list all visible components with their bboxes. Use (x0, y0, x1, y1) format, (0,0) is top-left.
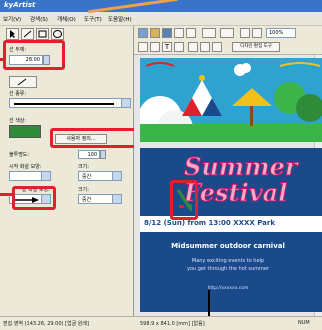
undo-icon[interactable] (174, 28, 184, 38)
poster-desc-2: you get through the hot summer (186, 266, 270, 272)
line-color-swatch[interactable] (9, 125, 41, 138)
open-icon[interactable] (150, 28, 160, 38)
zoom-out-icon[interactable] (252, 28, 262, 38)
new-icon[interactable] (138, 28, 148, 38)
ellipse-tool-button[interactable] (51, 28, 64, 40)
rectangle-icon (38, 30, 47, 38)
end-size-label: 크기: (78, 187, 89, 193)
line-type-preview (14, 103, 114, 105)
start-size-label: 크기: (78, 164, 89, 170)
line-type-label: 선 종류: (9, 91, 27, 97)
text-tool-icon[interactable]: T (162, 42, 172, 52)
rect-tool-button[interactable] (36, 28, 49, 40)
poster-title-line2: Festival (184, 178, 288, 208)
group-icon[interactable] (202, 28, 216, 38)
toolbar-row-1: 100% (134, 26, 322, 40)
text-frame-icon[interactable] (174, 42, 184, 52)
opacity-value: 100 (87, 152, 97, 158)
end-size-value: 중간 (82, 197, 92, 203)
callout-end-arrow (0, 193, 13, 196)
rect-tool-icon[interactable] (200, 42, 210, 52)
start-arrow-select[interactable] (9, 171, 51, 181)
line-icon (23, 30, 32, 38)
line-style-button[interactable] (9, 76, 37, 88)
menu-help[interactable]: 도움말(H) (108, 15, 132, 23)
curve-tool-icon[interactable] (212, 42, 222, 52)
poster-bottom: Summer Festival 8/12 (Sun) from 13:00 XX… (140, 148, 322, 312)
poster-illustration (138, 62, 322, 146)
select-tool-icon[interactable] (138, 42, 148, 52)
opacity-input[interactable]: 100 (78, 150, 100, 159)
line-type-select[interactable] (9, 98, 131, 108)
save-icon[interactable] (162, 28, 172, 38)
chevron-down-icon (121, 99, 130, 107)
redo-icon[interactable] (186, 28, 196, 38)
chevron-down-icon (112, 172, 121, 180)
start-size-value: 중간 (82, 174, 92, 180)
ellipse-icon (53, 30, 62, 38)
date-banner: 8/12 (Sun) from 13:00 XXXX Park (140, 216, 322, 232)
menu-object[interactable]: 개체(O) (57, 15, 76, 23)
menu-view[interactable]: 보기(V) (3, 15, 21, 23)
status-size: 598.9 x 841.0 [mm] [없음] (140, 321, 205, 327)
line-tool-button[interactable] (21, 28, 34, 40)
status-coords: 편집 영역 (143.26, 29.00) [업글 원래] (3, 321, 89, 327)
poster-top (138, 58, 322, 146)
pointer-tool-button[interactable] (6, 28, 19, 40)
menu-search[interactable]: 검색(S) (30, 15, 48, 23)
start-arrow-label: 시작 화살 모양: (9, 164, 42, 170)
window-title: kyArtist (4, 1, 36, 9)
end-size-select[interactable]: 중간 (78, 194, 122, 204)
poster-title-line1: Summer (184, 152, 298, 182)
zoom-value: 100% (269, 30, 284, 36)
line-tool-icon[interactable] (188, 42, 198, 52)
chevron-down-icon (112, 195, 121, 203)
arrow-icon (10, 30, 15, 38)
menu-bar: 보기(V) 검색(S) 개체(O) 도구(T) 도움말(H) (0, 12, 322, 26)
status-mode: NUM (298, 320, 310, 326)
opacity-label: 불투명도: (9, 152, 30, 158)
node-tool-icon[interactable] (150, 42, 160, 52)
arrow-object-icon[interactable] (174, 186, 194, 214)
date-text: 8/12 (Sun) from 13:00 XXXX Park (144, 219, 276, 227)
status-bar: 편집 영역 (143.26, 29.00) [업글 원래] 598.9 x 84… (0, 316, 322, 330)
highlight-line-width (3, 40, 65, 70)
zoom-in-icon[interactable] (240, 28, 250, 38)
poster-subtitle: Midsummer outdoor carnival (171, 242, 285, 250)
zoom-select[interactable]: 100% (266, 28, 296, 38)
design-edit-button[interactable]: 디자인 편집 도구 (232, 42, 280, 52)
highlight-end-arrow (12, 186, 56, 210)
pen-line-icon (17, 78, 27, 86)
poster-desc-1: Many exciting events to help (191, 258, 265, 264)
highlight-custom-color (50, 128, 142, 148)
opacity-spinner[interactable] (100, 150, 106, 159)
start-size-select[interactable]: 중간 (78, 171, 122, 181)
chevron-down-icon (41, 172, 50, 180)
toolbar-row-2: T 디자인 편집 도구 (134, 40, 322, 55)
poster-url: http://xxxxxx.com (207, 286, 249, 291)
line-color-label: 선 색상: (9, 118, 27, 124)
align-icon[interactable] (220, 28, 234, 38)
menu-tools[interactable]: 도구(T) (84, 15, 102, 23)
callout-line-width (0, 58, 4, 61)
